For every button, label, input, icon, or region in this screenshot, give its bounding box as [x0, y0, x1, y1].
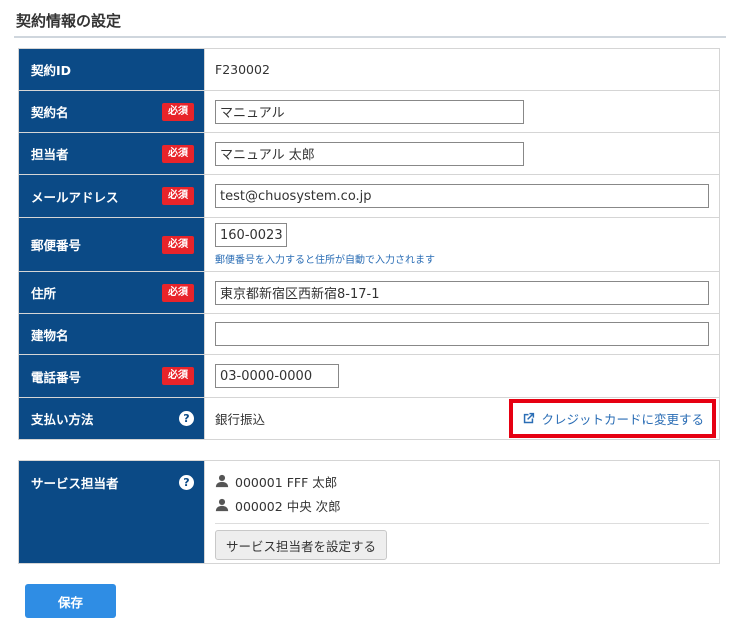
row-address: 住所 必須: [18, 271, 720, 314]
phone-input[interactable]: [215, 364, 339, 388]
row-payment: 支払い方法 ? 銀行振込 クレジットカードに変更する: [18, 397, 720, 440]
help-icon[interactable]: ?: [179, 475, 194, 490]
staff-member: 000001 FFF 太郎: [215, 469, 709, 493]
required-badge: 必須: [162, 144, 194, 163]
contract-name-input[interactable]: [215, 99, 524, 124]
row-postal-code: 郵便番号 必須 郵便番号を入力すると住所が自動で入力されます: [18, 217, 720, 272]
staff-member: 000002 中央 次郎: [215, 493, 709, 517]
email-input[interactable]: [215, 184, 709, 208]
contract-id-value: F230002: [215, 62, 270, 77]
person-icon: [215, 498, 229, 512]
change-link-label: クレジットカードに変更する: [541, 412, 704, 427]
row-service-staff: サービス担当者 ? 000001 FFF 太郎 000002 中央 次郎 サービ…: [18, 460, 720, 564]
postal-code-hint: 郵便番号を入力すると住所が自動で入力されます: [215, 255, 435, 266]
label-person-in-charge: 担当者: [31, 147, 69, 162]
required-badge: 必須: [162, 283, 194, 302]
row-building: 建物名: [18, 313, 720, 355]
person-in-charge-input[interactable]: [215, 141, 524, 166]
label-contract-name: 契約名: [31, 105, 69, 120]
postal-code-input[interactable]: [215, 223, 287, 247]
change-to-credit-card-link[interactable]: クレジットカードに変更する: [509, 399, 716, 438]
required-badge: 必須: [162, 187, 194, 205]
contract-form-table: 契約ID F230002 契約名 必須 担当者 必須 メールアドレス 必須: [18, 48, 720, 440]
row-person-in-charge: 担当者 必須: [18, 132, 720, 175]
help-icon[interactable]: ?: [179, 411, 194, 426]
row-contract-name: 契約名 必須: [18, 90, 720, 133]
label-building: 建物名: [31, 327, 69, 343]
label-contract-id: 契約ID: [31, 63, 72, 78]
label-address: 住所: [31, 286, 57, 301]
staff-member-text: 000001 FFF 太郎: [235, 474, 338, 490]
label-payment: 支払い方法: [31, 412, 94, 427]
payment-method-value: 銀行振込: [215, 412, 266, 427]
page-title: 契約情報の設定: [16, 12, 122, 30]
label-postal-code: 郵便番号: [31, 238, 82, 253]
person-icon: [215, 474, 229, 488]
save-button[interactable]: 保存: [25, 584, 116, 618]
label-service-staff: サービス担当者: [31, 476, 119, 491]
staff-member-text: 000002 中央 次郎: [235, 498, 341, 514]
set-service-staff-button[interactable]: サービス担当者を設定する: [215, 530, 388, 560]
row-contract-id: 契約ID F230002: [18, 48, 720, 91]
required-badge: 必須: [162, 235, 194, 254]
required-badge: 必須: [162, 102, 194, 121]
address-input[interactable]: [215, 280, 709, 305]
external-link-icon: [524, 412, 535, 424]
label-email: メールアドレス: [31, 189, 119, 205]
service-staff-table: サービス担当者 ? 000001 FFF 太郎 000002 中央 次郎 サービ…: [18, 460, 720, 564]
label-phone: 電話番号: [31, 369, 82, 385]
building-input[interactable]: [215, 322, 709, 346]
required-badge: 必須: [162, 367, 194, 385]
row-email: メールアドレス 必須: [18, 174, 720, 218]
row-phone: 電話番号 必須: [18, 354, 720, 398]
title-divider: [14, 36, 726, 38]
staff-divider: [215, 523, 709, 524]
